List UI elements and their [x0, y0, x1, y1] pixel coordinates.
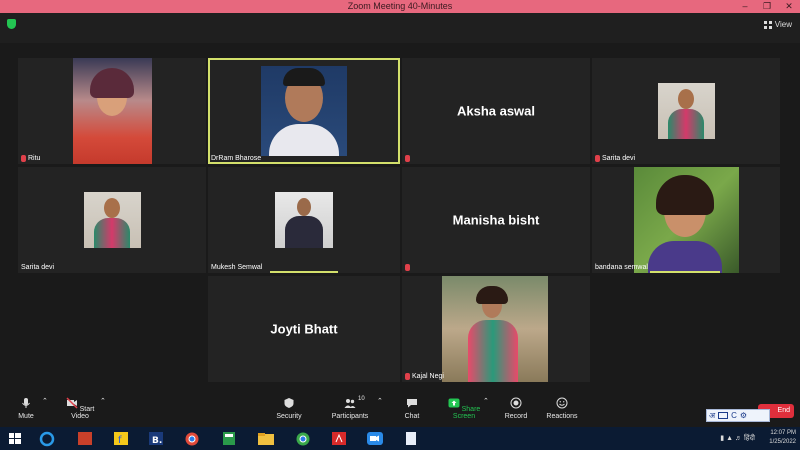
record-icon [510, 397, 522, 409]
view-label: View [774, 20, 792, 29]
mic-muted-icon [405, 264, 410, 271]
mic-muted-icon [405, 373, 410, 380]
pdf-reader-icon[interactable] [328, 429, 350, 448]
calculator-app-icon[interactable] [218, 429, 240, 448]
participants-icon [344, 399, 356, 408]
participant-display-name: Joyti Bhatt [270, 321, 338, 337]
participant-name: Sarita devi [21, 264, 55, 271]
participant-video [442, 276, 548, 382]
participant-video [73, 58, 152, 164]
microphone-icon [22, 398, 30, 408]
booking-app-icon[interactable]: B. [145, 429, 167, 448]
participant-display-name: Manisha bisht [452, 212, 540, 228]
video-gallery: Ritu DrRam Bharose Aksha aswal Sarita de… [0, 43, 800, 393]
participant-tile-aksha-aswal[interactable]: Aksha aswal [402, 58, 590, 164]
chrome-icon[interactable] [181, 429, 203, 448]
input-method-toolbar[interactable]: अ C ⚙ [706, 409, 770, 422]
share-options-caret-icon[interactable]: ⌃ [483, 397, 489, 405]
participant-name: bandana semwal [595, 264, 648, 271]
participant-video [275, 192, 333, 248]
chrome-active-icon[interactable] [292, 429, 314, 448]
system-clock[interactable]: 12:07 PM 1/25/2022 [769, 429, 796, 447]
ime-settings-gear-icon[interactable]: ⚙ [740, 411, 747, 420]
svg-text:f: f [118, 435, 122, 446]
participant-tile-joyti-bhatt[interactable]: Joyti Bhatt [208, 276, 400, 382]
mic-muted-icon [21, 155, 26, 162]
wifi-icon[interactable]: ▲ [726, 435, 733, 442]
mute-button[interactable]: Mute [14, 397, 38, 420]
clock-date: 1/25/2022 [769, 439, 796, 445]
meeting-top-strip [0, 13, 800, 43]
zoom-app-icon[interactable] [364, 429, 386, 448]
speaking-indicator [650, 271, 720, 273]
reactions-button[interactable]: Reactions [544, 397, 580, 420]
svg-text:B.: B. [152, 436, 162, 446]
video-options-caret-icon[interactable]: ⌃ [100, 397, 106, 405]
security-shield-icon [284, 398, 294, 408]
close-icon[interactable]: ✕ [778, 0, 800, 13]
internet-explorer-icon[interactable] [36, 429, 58, 448]
participants-options-caret-icon[interactable]: ⌃ [377, 397, 383, 405]
participant-tile-sarita-devi-1[interactable]: Sarita devi [592, 58, 780, 164]
battery-icon[interactable]: ▮ [720, 435, 724, 442]
mute-options-caret-icon[interactable]: ⌃ [42, 397, 48, 405]
mic-muted-icon [405, 155, 410, 162]
ime-c-label[interactable]: C [731, 411, 737, 420]
participant-tile-kajal-negi[interactable]: Kajal Negi [402, 276, 590, 382]
participant-name: Mukesh Semwal [211, 264, 263, 271]
keyboard-icon[interactable] [718, 412, 729, 419]
encryption-shield-icon[interactable] [7, 19, 16, 29]
share-screen-button[interactable]: Share Screen [440, 397, 488, 420]
participant-tile-mukesh-semwal[interactable]: Mukesh Semwal [208, 167, 400, 273]
participants-count: 10 [358, 396, 365, 402]
participant-name: DrRam Bharose [211, 155, 262, 162]
document-app-icon[interactable] [400, 429, 422, 448]
participant-name: Sarita devi [602, 155, 636, 162]
participant-tile-ritu[interactable]: Ritu [18, 58, 206, 164]
meeting-toolbar: Mute ⌃ Start Video ⌃ Security Participan… [0, 393, 800, 427]
flipkart-app-icon[interactable]: f [110, 429, 132, 448]
start-video-button[interactable]: Start Video [60, 397, 100, 420]
participant-tile-bandana-semwal[interactable]: bandana semwal [592, 167, 780, 273]
windows-start-icon[interactable] [4, 429, 26, 448]
maximize-icon[interactable]: ❐ [756, 0, 778, 13]
chat-button[interactable]: Chat [400, 397, 424, 420]
smiley-icon [556, 397, 568, 409]
media-app-icon[interactable] [74, 429, 96, 448]
participant-name: Kajal Negi [412, 373, 444, 380]
participant-tile-sarita-devi-2[interactable]: Sarita devi [18, 167, 206, 273]
clock-time: 12:07 PM [770, 430, 796, 436]
participant-name: Ritu [28, 155, 41, 162]
system-tray-icons[interactable]: ▮ ▲ ♬ हिंदी [720, 434, 755, 443]
view-button[interactable]: View [763, 20, 792, 29]
share-screen-icon [448, 398, 460, 408]
speaking-indicator [270, 271, 338, 273]
participant-video [84, 192, 141, 248]
grid-view-icon [763, 20, 772, 29]
window-title: Zoom Meeting 40-Minutes [347, 1, 453, 11]
language-indicator[interactable]: हिंदी [744, 435, 755, 442]
minimize-icon[interactable]: – [734, 0, 756, 13]
participant-display-name: Aksha aswal [456, 103, 536, 119]
participant-tile-drram-bharose[interactable]: DrRam Bharose [208, 58, 400, 164]
windows-taskbar: f B. ▮ ▲ ♬ हिंदी 12:07 PM 1/25/2022 [0, 427, 800, 450]
chat-icon [407, 399, 417, 408]
file-explorer-icon[interactable] [255, 429, 277, 448]
security-button[interactable]: Security [274, 397, 304, 420]
hindi-input-icon[interactable]: अ [709, 410, 715, 421]
participant-video [261, 66, 347, 156]
volume-icon[interactable]: ♬ [735, 435, 742, 442]
mic-muted-icon [595, 155, 600, 162]
video-off-icon [66, 397, 78, 409]
participant-video [658, 83, 715, 139]
participant-video [634, 167, 739, 273]
record-button[interactable]: Record [502, 397, 530, 420]
participant-tile-manisha-bisht[interactable]: Manisha bisht [402, 167, 590, 273]
title-bar: Zoom Meeting 40-Minutes – ❐ ✕ [0, 0, 800, 13]
